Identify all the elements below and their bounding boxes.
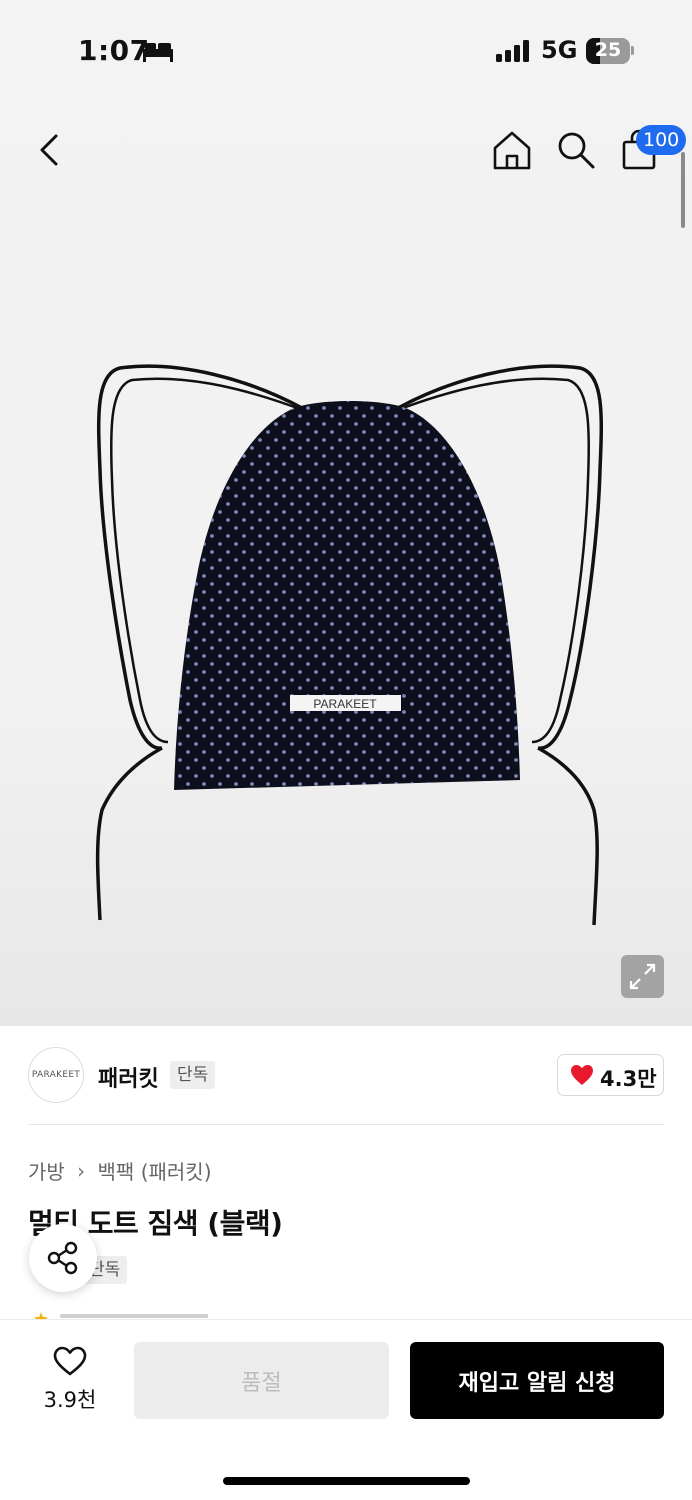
search-icon[interactable] (554, 128, 598, 172)
bag-label-text: PARAKEET (313, 697, 377, 711)
home-indicator (223, 1477, 470, 1485)
section-divider (28, 1124, 664, 1125)
expand-image-button[interactable] (621, 955, 664, 998)
restock-alert-button[interactable]: 재입고 알림 신청 (410, 1342, 664, 1419)
chevron-right-icon: › (77, 1158, 86, 1183)
heart-filled-icon (571, 1065, 593, 1085)
expand-icon (629, 963, 656, 990)
scroll-indicator (681, 152, 685, 228)
battery-icon: 25 (586, 38, 630, 64)
cart-count-badge: 100 (636, 125, 687, 155)
signal-icon (496, 40, 529, 62)
battery-level: 25 (594, 39, 622, 61)
breadcrumb-category[interactable]: 가방 (28, 1156, 65, 1185)
brand-like-count: 4.3만 (600, 1067, 657, 1091)
share-icon (47, 1241, 78, 1275)
brand-like-button[interactable]: 4.3만 (557, 1054, 664, 1096)
status-time: 1:07 (78, 34, 150, 67)
exclusive-badge: 단독 (170, 1061, 216, 1089)
home-icon[interactable] (490, 128, 534, 172)
network-type: 5G (541, 36, 578, 64)
share-button[interactable] (29, 1224, 97, 1292)
breadcrumb-subcategory[interactable]: 백팩 (패러킷) (98, 1156, 212, 1185)
brand-name[interactable]: 패러킷 (98, 1061, 159, 1093)
bed-icon (143, 43, 173, 62)
drawstring-bag-image: PARAKEET (95, 364, 604, 926)
heart-outline-icon (53, 1346, 87, 1376)
breadcrumb: 가방 › 백팩 (패러킷) (28, 1156, 212, 1185)
wishlist-count: 3.9천 (43, 1388, 97, 1412)
back-arrow-icon[interactable] (30, 128, 70, 172)
soldout-button: 품절 (134, 1342, 389, 1419)
battery-cap (631, 46, 634, 55)
brand-logo[interactable]: PARAKEET (28, 1047, 84, 1103)
wishlist-button[interactable]: 3.9천 (28, 1342, 112, 1418)
